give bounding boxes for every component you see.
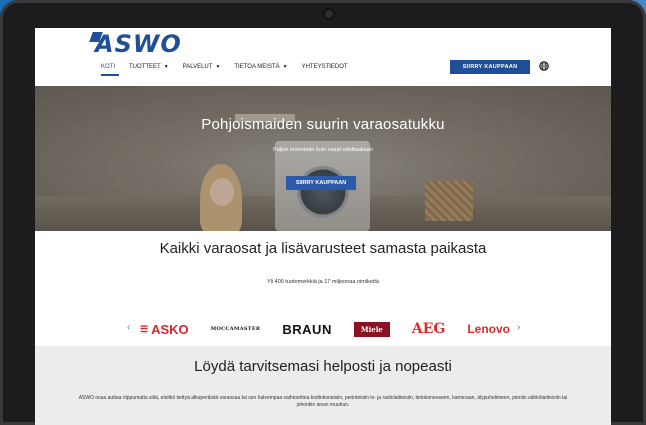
brand-logo-lenovo[interactable]: Lenovo [467, 322, 510, 336]
globe-icon[interactable] [538, 60, 549, 71]
nav-item-tietoa-meista[interactable]: TIETOA MEISTÄ ▼ [234, 62, 287, 72]
brand-logo-asko[interactable]: ☰ ASKO [140, 322, 189, 337]
find-section: Löydä tarvitsemasi helposti ja nopeasti … [35, 346, 611, 425]
find-section-body: ASWO osaa auttaa riippumatta siitä, etsi… [78, 395, 568, 408]
laptop-frame: ASWO KOTI TUOTTEET ▼ PALVELUT ▼ TIETOA M… [0, 0, 646, 425]
carousel-prev-icon[interactable]: ‹ [127, 322, 130, 333]
nav-label: TIETOA MEISTÄ [234, 64, 280, 70]
site-header: ASWO KOTI TUOTTEET ▼ PALVELUT ▼ TIETOA M… [35, 28, 611, 86]
chevron-down-icon: ▼ [215, 64, 221, 70]
brand-logo-miele[interactable]: Miele [353, 321, 390, 337]
hero-title: Pohjoismaiden suurin varaosatukku [201, 116, 445, 133]
brand-logo-braun[interactable]: BRAUN [282, 322, 331, 337]
nav-item-tuotteet[interactable]: TUOTTEET ▼ [129, 62, 169, 72]
nav-label: KOTI [101, 64, 116, 70]
chevron-down-icon: ▼ [282, 64, 288, 70]
nav-label: YHTEYSTIEDOT [301, 64, 348, 70]
asko-icon: ☰ [140, 323, 149, 334]
hero-subtitle: Paljon enemmän kuin osaat odottaakaan [273, 147, 373, 153]
brand-logo-aeg[interactable]: AEG [412, 321, 446, 337]
shop-button-hero[interactable]: SIIRRY KAUPPAAN [286, 176, 356, 190]
hero-banner: Pohjoismaiden suurin varaosatukku Paljon… [35, 86, 611, 231]
hero-overlay [35, 86, 611, 231]
carousel-next-icon[interactable]: › [517, 322, 520, 333]
browser-screen: ASWO KOTI TUOTTEET ▼ PALVELUT ▼ TIETOA M… [35, 28, 611, 425]
webcam [325, 10, 333, 18]
nav-label: TUOTTEET [129, 64, 161, 70]
chevron-down-icon: ▼ [163, 64, 169, 70]
nav-item-palvelut[interactable]: PALVELUT ▼ [183, 62, 221, 72]
site-logo[interactable]: ASWO [95, 30, 182, 58]
find-section-title: Löydä tarvitsemasi helposti ja nopeasti [194, 358, 452, 375]
brand-logo-moccamaster[interactable]: MOCCAMASTER [211, 326, 261, 332]
nav-item-koti[interactable]: KOTI [101, 62, 115, 72]
active-nav-indicator [101, 74, 119, 76]
shop-button-header[interactable]: SIIRRY KAUPPAAN [450, 60, 530, 74]
nav-item-yhteystiedot[interactable]: YHTEYSTIEDOT [302, 62, 348, 72]
brand-label: ASKO [151, 321, 189, 337]
brand-carousel: ☰ ASKO MOCCAMASTER BRAUN Miele AEG Lenov… [140, 321, 510, 337]
main-nav: KOTI TUOTTEET ▼ PALVELUT ▼ TIETOA MEISTÄ… [101, 62, 362, 72]
nav-label: PALVELUT [182, 64, 213, 70]
brands-section-title: Kaikki varaosat ja lisävarusteet samasta… [159, 240, 487, 257]
brands-section-subtitle: Yli 400 tuotemerkkiä ja 17 miljoonaa nim… [267, 279, 379, 285]
